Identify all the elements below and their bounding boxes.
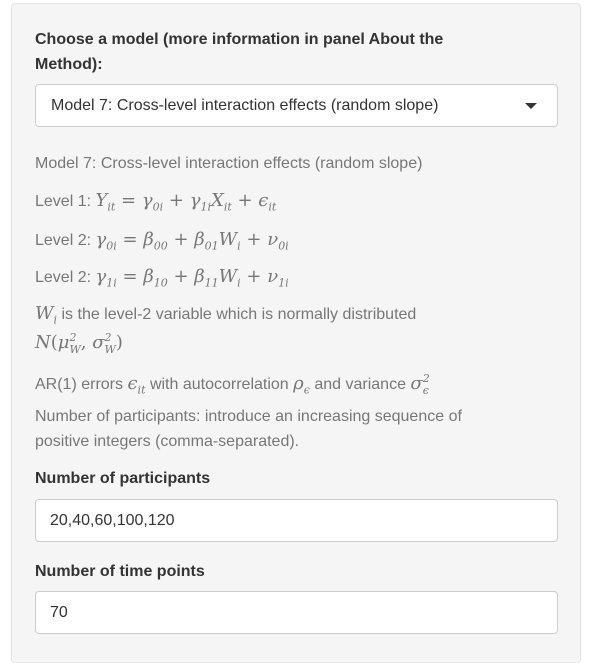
model-select-label-line1: Choose a model (more information in pane…: [35, 31, 444, 48]
sigma-symbol: σ2ϵ: [410, 372, 430, 397]
ar-text-c: and variance: [309, 376, 411, 393]
ar-errors-text: AR(1) errors ϵit with autocorrelation ρϵ…: [35, 367, 430, 403]
w-description-text: is the level-2 variable which is normall…: [57, 306, 417, 323]
participants-label: Number of participants: [35, 470, 211, 487]
ar-text-b: with autocorrelation: [145, 376, 294, 393]
level2-slope-formula: γ1i = β10 + β11Wi + ν1i: [95, 266, 289, 290]
chevron-down-icon: [525, 103, 537, 109]
model-title-text: Model 7: Cross-level interaction effects…: [35, 155, 423, 172]
timepoints-input[interactable]: [35, 591, 558, 634]
timepoints-label: Number of time points: [35, 563, 205, 580]
rho-symbol: ρϵ: [293, 373, 310, 397]
level1-formula: Yit = γ0i + γ1iXit + ϵit: [95, 190, 277, 214]
model-select-label-line2: Method):: [35, 56, 103, 73]
participants-help-line1: Number of participants: introduce an inc…: [35, 408, 462, 425]
level2-intercept-formula: γ0i = β00 + β01Wi + ν0i: [95, 229, 289, 253]
participants-help-line2: positive integers (comma-separated).: [35, 433, 300, 450]
level2-prefix-a: Level 2:: [35, 232, 96, 249]
level2-prefix-b: Level 2:: [35, 269, 96, 286]
model-select-value: Model 7: Cross-level interaction effects…: [51, 97, 439, 114]
level1-equation: Level 1: Yit = γ0i + γ1iXit + ϵit: [35, 189, 276, 220]
w-distribution-formula: N(μ2W, σ2W): [35, 331, 123, 356]
model-select[interactable]: Model 7: Cross-level interaction effects…: [35, 84, 558, 127]
level1-prefix: Level 1:: [35, 193, 96, 210]
level2-intercept-equation: Level 2: γ0i = β00 + β01Wi + ν0i: [35, 228, 289, 259]
epsilon-symbol: ϵit: [127, 373, 146, 397]
level2-slope-equation: Level 2: γ1i = β10 + β11Wi + ν1i: [35, 265, 289, 296]
w-symbol: Wi: [35, 303, 58, 327]
ar-text-a: AR(1) errors: [35, 376, 128, 393]
participants-input[interactable]: [35, 499, 558, 542]
w-distribution: N(μ2W, σ2W): [35, 326, 123, 362]
